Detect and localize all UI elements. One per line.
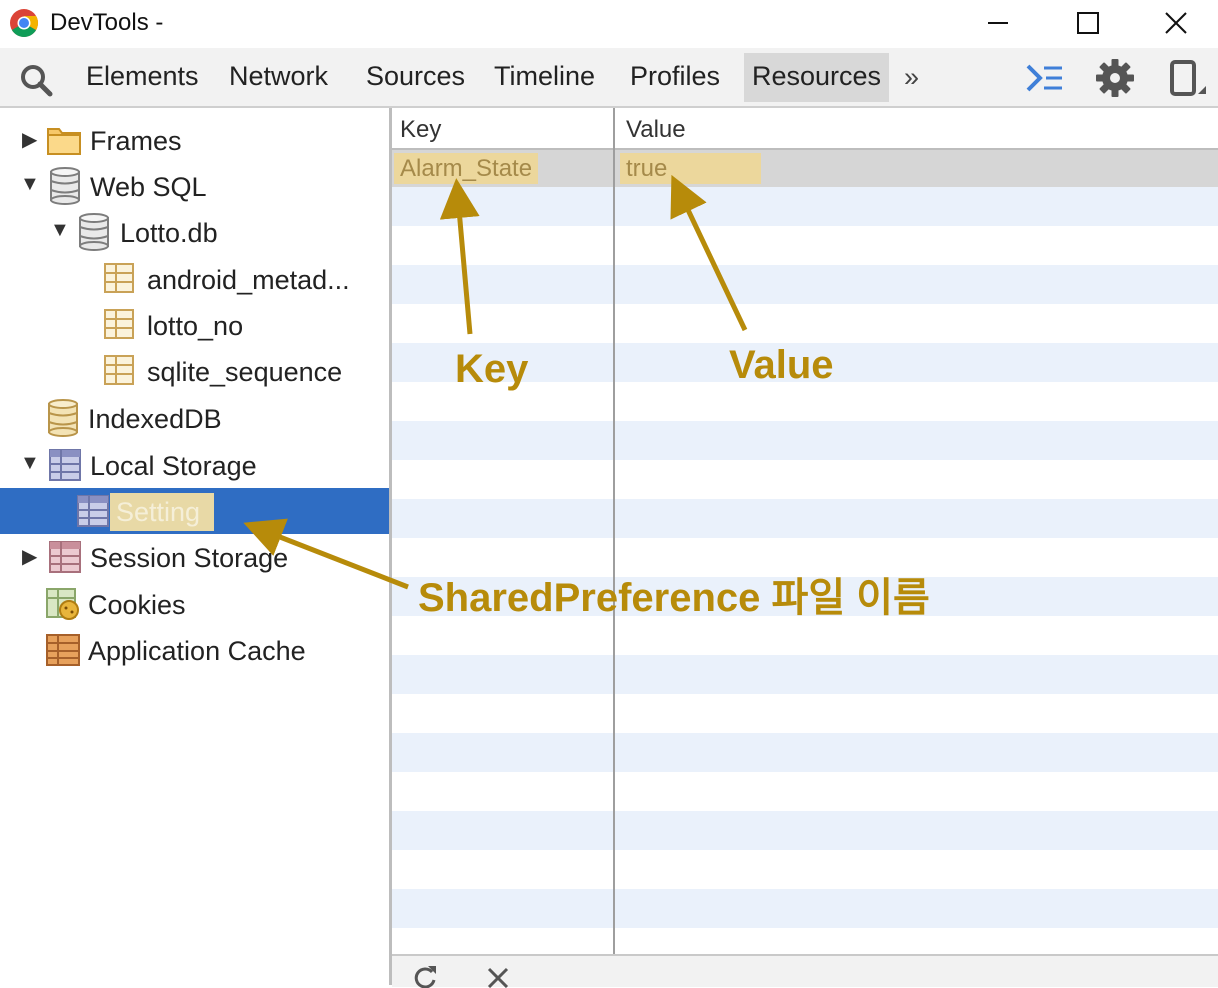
refresh-icon[interactable] (412, 964, 440, 988)
title-bar: DevTools - (0, 0, 1218, 48)
table-row (392, 421, 1218, 460)
tab-timeline[interactable]: Timeline (494, 61, 595, 92)
sidebar-item-label: IndexedDB (88, 404, 222, 434)
sidebar-item-label: Lotto.db (120, 218, 218, 248)
chrome-icon (10, 9, 38, 37)
sidebar-item-label: Setting (110, 493, 215, 531)
window-title: DevTools - (50, 9, 164, 36)
sidebar-item-lotto-db[interactable]: ▼ Lotto.db (0, 209, 389, 255)
sidebar-item-local-storage[interactable]: ▼ Local Storage (0, 442, 389, 488)
tab-elements[interactable]: Elements (86, 61, 199, 92)
close-icon (1165, 12, 1187, 34)
cell-key[interactable]: Alarm_State (394, 153, 539, 184)
minimize-button[interactable] (952, 0, 1042, 46)
sidebar-item-label: Web SQL (90, 172, 207, 202)
sidebar-item-web-sql[interactable]: ▼ Web SQL (0, 163, 389, 209)
column-header-key[interactable]: Key (400, 116, 441, 144)
table-row (392, 772, 1218, 811)
table-row (392, 811, 1218, 850)
table-row (392, 733, 1218, 772)
app-cache-icon (46, 634, 80, 666)
sidebar-item-sqlite-sequence[interactable]: sqlite_sequence (0, 348, 389, 394)
search-icon[interactable] (18, 62, 54, 98)
sidebar-item-label: lotto_no (147, 311, 244, 341)
database-icon (48, 399, 78, 437)
sidebar-item-lotto-no[interactable]: lotto_no (0, 302, 389, 348)
table-row (392, 265, 1218, 304)
sidebar-item-label: sqlite_sequence (147, 357, 343, 387)
folder-icon (47, 128, 81, 155)
grid-status-bar (392, 954, 1218, 988)
sidebar-item-setting[interactable]: Setting (0, 488, 389, 534)
table-row (392, 226, 1218, 265)
table-icon (104, 263, 134, 293)
sidebar-item-application-cache[interactable]: Application Cache (0, 627, 389, 673)
expand-arrow-icon[interactable]: ▶ (22, 127, 37, 152)
tab-profiles[interactable]: Profiles (630, 61, 720, 92)
close-button[interactable] (1130, 0, 1218, 46)
console-drawer-icon[interactable] (1024, 58, 1066, 98)
table-row (392, 850, 1218, 889)
table-icon (104, 355, 134, 385)
maximize-icon (1077, 12, 1099, 34)
devtools-toolbar: Elements Network Sources Timeline Profil… (0, 48, 1218, 108)
minimize-icon (988, 22, 1008, 24)
expand-arrow-icon[interactable]: ▶ (22, 544, 37, 569)
grid-header: Key Value (392, 108, 1218, 150)
device-mode-icon[interactable] (1164, 58, 1206, 98)
table-row (392, 187, 1218, 226)
collapse-arrow-icon[interactable]: ▼ (20, 452, 40, 475)
annotation-sharedpreference-label: SharedPreference 파일 이름 (418, 576, 930, 620)
maximize-button[interactable] (1042, 0, 1132, 46)
resources-sidebar: ▶ Frames ▼ Web SQL ▼ Lotto.db android_me… (0, 108, 389, 985)
collapse-arrow-icon[interactable]: ▼ (50, 219, 70, 242)
table-row (392, 694, 1218, 733)
storage-grid-icon (49, 449, 81, 481)
table-row (392, 655, 1218, 694)
sidebar-item-label: Local Storage (90, 451, 257, 481)
annotation-key-label: Key (455, 347, 529, 391)
table-row (392, 304, 1218, 343)
sidebar-item-label: android_metad... (147, 265, 350, 295)
table-row (392, 889, 1218, 928)
sidebar-item-indexeddb[interactable]: IndexedDB (0, 395, 389, 441)
tabs-overflow-button[interactable]: » (904, 62, 919, 93)
sidebar-item-label: Session Storage (90, 543, 289, 573)
storage-grid-icon (77, 495, 109, 527)
sidebar-item-label: Application Cache (88, 636, 306, 666)
column-divider[interactable] (613, 108, 615, 954)
sidebar-item-session-storage[interactable]: ▶ Session Storage (0, 534, 389, 580)
sidebar-item-frames[interactable]: ▶ Frames (0, 117, 389, 163)
tab-resources[interactable]: Resources (744, 53, 890, 102)
table-icon (104, 309, 134, 339)
sidebar-item-cookies[interactable]: Cookies (0, 581, 389, 627)
table-row (392, 499, 1218, 538)
storage-grid-icon (49, 541, 81, 573)
collapse-arrow-icon[interactable]: ▼ (20, 173, 40, 196)
database-icon (79, 213, 109, 251)
annotation-value-label: Value (729, 343, 834, 387)
database-icon (50, 167, 80, 205)
sidebar-item-label: Frames (90, 126, 182, 156)
storage-data-grid: Key Value Alarm_State true (392, 108, 1218, 967)
sidebar-item-android-metadata[interactable]: android_metad... (0, 256, 389, 302)
tab-network[interactable]: Network (229, 61, 328, 92)
tab-sources[interactable]: Sources (366, 61, 465, 92)
cookie-icon (46, 588, 79, 620)
gear-icon[interactable] (1094, 58, 1136, 98)
column-header-value[interactable]: Value (626, 116, 686, 144)
sidebar-item-label: Cookies (88, 590, 186, 620)
table-row (392, 460, 1218, 499)
cell-value[interactable]: true (620, 153, 762, 184)
